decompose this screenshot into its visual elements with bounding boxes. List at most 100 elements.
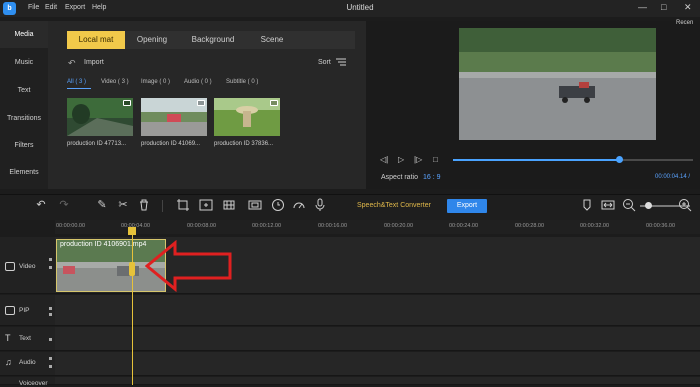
ruler-tick: 00:00:36.00	[646, 223, 676, 229]
nav-text[interactable]: Text	[0, 77, 48, 104]
tab-background[interactable]: Background	[181, 31, 245, 49]
aspect-ratio-value[interactable]: 16 : 9	[423, 174, 441, 181]
speed-icon[interactable]	[292, 198, 306, 212]
lock-icon[interactable]	[49, 365, 52, 368]
window-title: Untitled	[346, 3, 374, 12]
trash-glyph	[140, 199, 148, 211]
split-handle[interactable]	[129, 262, 135, 276]
media-thumbnail[interactable]	[141, 98, 207, 136]
audio-track-icon: ♫	[5, 357, 12, 367]
seek-handle[interactable]	[615, 156, 623, 163]
lock-icon[interactable]	[49, 338, 52, 341]
filter-all[interactable]: All ( 3 )	[67, 79, 86, 85]
sort-button[interactable]: Sort	[318, 59, 331, 66]
next-frame-icon[interactable]: |▷	[414, 155, 422, 164]
timecode-current: 00:00:04.14	[655, 174, 687, 180]
track-label-pip: PIP	[19, 307, 30, 314]
filter-subtitle[interactable]: Subtitle ( 0 )	[226, 79, 258, 85]
import-icon[interactable]: ↶	[68, 58, 76, 69]
track-label-voiceover: Voiceover	[19, 380, 48, 387]
maximize-icon[interactable]: □	[661, 2, 666, 12]
left-nav: Media Music Text Transitions Filters Ele…	[0, 21, 48, 189]
close-icon[interactable]: ✕	[684, 2, 692, 13]
prev-frame-icon[interactable]: ◁|	[380, 155, 388, 164]
redo-icon[interactable]: ↷	[57, 198, 71, 212]
mute-icon[interactable]	[49, 258, 52, 261]
zoom-slider-handle[interactable]	[644, 202, 652, 209]
video-track-icon	[5, 262, 15, 271]
tab-scene[interactable]: Scene	[253, 31, 291, 49]
fit-icon[interactable]	[601, 198, 615, 212]
cut-icon[interactable]: ✂	[116, 198, 130, 212]
ruler-tick: 00:00:32.00	[580, 223, 610, 229]
thumbnail-caption: production ID 41069...	[141, 141, 201, 147]
zoom-out-icon[interactable]	[622, 198, 636, 212]
export-button[interactable]: Export	[447, 199, 487, 213]
freeze-frame-icon[interactable]	[248, 198, 262, 212]
minimize-icon[interactable]: —	[638, 2, 647, 12]
toolbar-divider	[162, 200, 163, 212]
zoom-in-icon[interactable]	[678, 198, 692, 212]
clock-glyph	[272, 199, 284, 211]
zoom-icon[interactable]	[199, 198, 213, 212]
speech-text-converter-button[interactable]: Speech&Text Converter	[357, 202, 431, 209]
ruler-tick: 00:00:24.00	[449, 223, 479, 229]
menu-file[interactable]: File	[28, 4, 39, 11]
tab-opening[interactable]: Opening	[129, 31, 175, 49]
playhead-handle[interactable]	[128, 227, 136, 235]
lock-icon[interactable]	[49, 313, 52, 316]
video-badge-icon	[197, 100, 205, 106]
menu-help[interactable]: Help	[92, 4, 106, 11]
nav-filters[interactable]: Filters	[0, 132, 48, 159]
track-voiceover[interactable]	[55, 377, 700, 385]
marker-icon[interactable]	[580, 198, 594, 212]
edit-icon[interactable]: ✎	[95, 198, 109, 212]
stop-icon[interactable]: □	[433, 155, 438, 164]
title-bar: b File Edit Export Help Untitled — □ ✕	[0, 0, 700, 17]
filter-video[interactable]: Video ( 3 )	[101, 79, 129, 85]
annotation-arrow-icon	[145, 240, 232, 292]
timecode-separator: /	[688, 174, 691, 180]
media-thumbnail[interactable]	[214, 98, 280, 136]
nav-transitions[interactable]: Transitions	[0, 105, 48, 132]
media-thumbnail[interactable]	[67, 98, 133, 136]
marker-glyph	[583, 199, 591, 211]
speed-glyph	[293, 202, 305, 209]
clip-title: production ID 4106901.mp4	[60, 241, 147, 248]
delete-icon[interactable]	[137, 198, 151, 212]
zoom-out-glyph	[623, 199, 636, 212]
voiceover-icon[interactable]	[313, 198, 327, 212]
nav-elements[interactable]: Elements	[0, 159, 48, 186]
mosaic-icon[interactable]	[222, 198, 236, 212]
mosaic-glyph	[223, 200, 235, 210]
filter-image[interactable]: Image ( 0 )	[141, 79, 170, 85]
ruler-tick: 00:00:08.00	[187, 223, 217, 229]
track-pip[interactable]	[55, 295, 700, 326]
mute-icon[interactable]	[49, 307, 52, 310]
import-button[interactable]: Import	[84, 59, 104, 66]
playhead[interactable]	[132, 232, 133, 385]
menu-export[interactable]: Export	[65, 4, 85, 11]
lock-icon[interactable]	[49, 266, 52, 269]
preview-frame	[459, 28, 656, 140]
sort-icon[interactable]	[336, 57, 346, 67]
track-audio[interactable]	[55, 352, 700, 376]
nav-music[interactable]: Music	[0, 49, 48, 76]
ruler-tick: 00:00:00.00	[56, 223, 86, 229]
undo-icon[interactable]: ↶	[34, 198, 48, 212]
media-panel: Local mat Opening Background Scene ↶ Imp…	[48, 21, 366, 189]
ruler-tick: 00:00:28.00	[515, 223, 545, 229]
menu-edit[interactable]: Edit	[45, 4, 57, 11]
tab-local-mat[interactable]: Local mat	[67, 31, 125, 49]
crop-icon[interactable]	[176, 198, 190, 212]
preview-video[interactable]	[459, 28, 656, 140]
mute-icon[interactable]	[49, 357, 52, 360]
recent-label[interactable]: Recen	[676, 20, 693, 26]
seek-progress	[453, 159, 619, 161]
track-text[interactable]	[55, 327, 700, 351]
duration-icon[interactable]	[271, 198, 285, 212]
track-label-video: Video	[19, 263, 36, 270]
filter-audio[interactable]: Audio ( 0 )	[184, 79, 212, 85]
nav-media[interactable]: Media	[0, 21, 48, 48]
play-icon[interactable]: ▷	[398, 155, 404, 164]
